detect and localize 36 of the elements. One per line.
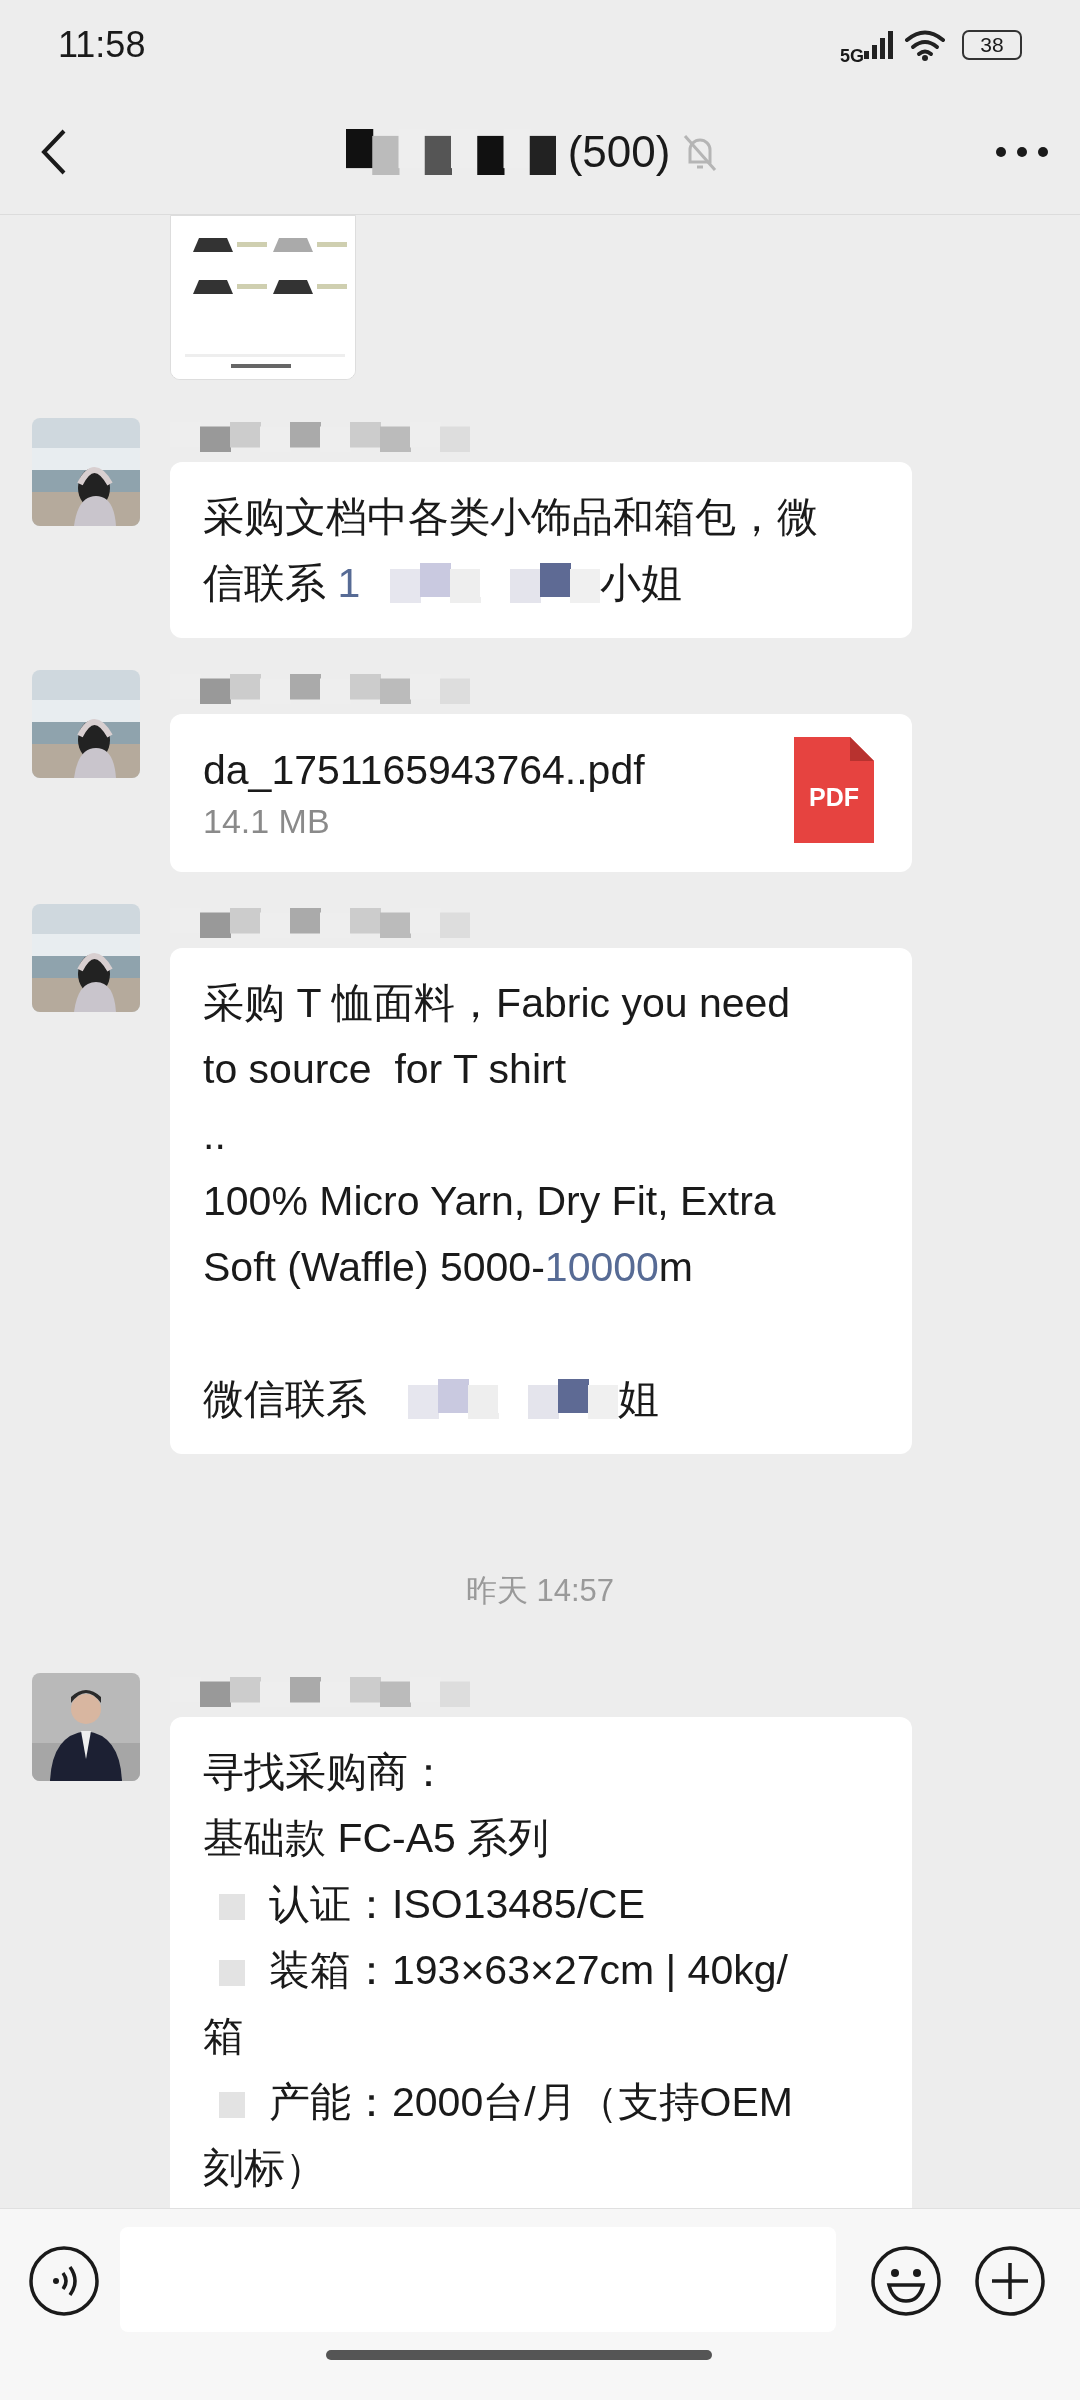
message-text: 刻标） xyxy=(203,2144,326,2191)
bullet-icon xyxy=(219,2091,245,2118)
file-name: da_1751165943764..pdf xyxy=(203,746,645,795)
message-text: to source for T shirt xyxy=(203,1046,567,1092)
battery-level: 38 xyxy=(962,30,1022,60)
message-text: 箱 xyxy=(203,2012,244,2059)
chat-title: (500) xyxy=(567,126,671,178)
message-text: 100% Micro Yarn, Dry Fit, Extra xyxy=(203,1178,776,1224)
message-text: Soft (Waffle) 5000-10000m xyxy=(203,1244,693,1290)
network-label: 5G xyxy=(840,44,864,68)
message-text: 小姐 xyxy=(600,560,683,606)
file-message[interactable]: da_1751165943764..pdf 14.1 MB PDF xyxy=(170,714,912,872)
more-icon[interactable] xyxy=(994,145,1050,159)
bullet-icon xyxy=(219,1959,245,1986)
voice-icon[interactable] xyxy=(28,2245,100,2317)
wifi-icon xyxy=(904,29,946,61)
message-text: 采购文档中各类小饰品和箱包，微 xyxy=(203,494,818,540)
message-text: 产能：2000台/月（支持OEM xyxy=(269,2078,793,2125)
message-text: 装箱：193×63×27cm | 40kg/ xyxy=(269,1946,788,1993)
file-size: 14.1 MB xyxy=(203,801,331,842)
timestamp: 昨天 14:57 xyxy=(464,1572,616,1610)
signal-icon xyxy=(864,31,896,59)
message-text: 信联系 1 xyxy=(203,560,361,606)
message-text: 寻找采购商： xyxy=(203,1748,449,1795)
add-icon[interactable] xyxy=(974,2245,1046,2317)
message-text: 基础款 FC-A5 系列 xyxy=(203,1814,550,1861)
message-text: 姐 xyxy=(618,1376,660,1422)
message-text: 微信联系 xyxy=(203,1376,368,1422)
message-text: 认证：ISO13485/CE xyxy=(269,1880,645,1927)
pdf-label: PDF xyxy=(808,783,860,811)
status-time: 11:58 xyxy=(58,23,146,67)
bullet-icon xyxy=(219,1893,245,1920)
message-text: .. xyxy=(203,1112,226,1158)
emoji-icon[interactable] xyxy=(870,2245,942,2317)
pdf-file-icon xyxy=(794,737,874,843)
message-text: 采购 T 恤面料，Fabric you need xyxy=(203,980,791,1026)
